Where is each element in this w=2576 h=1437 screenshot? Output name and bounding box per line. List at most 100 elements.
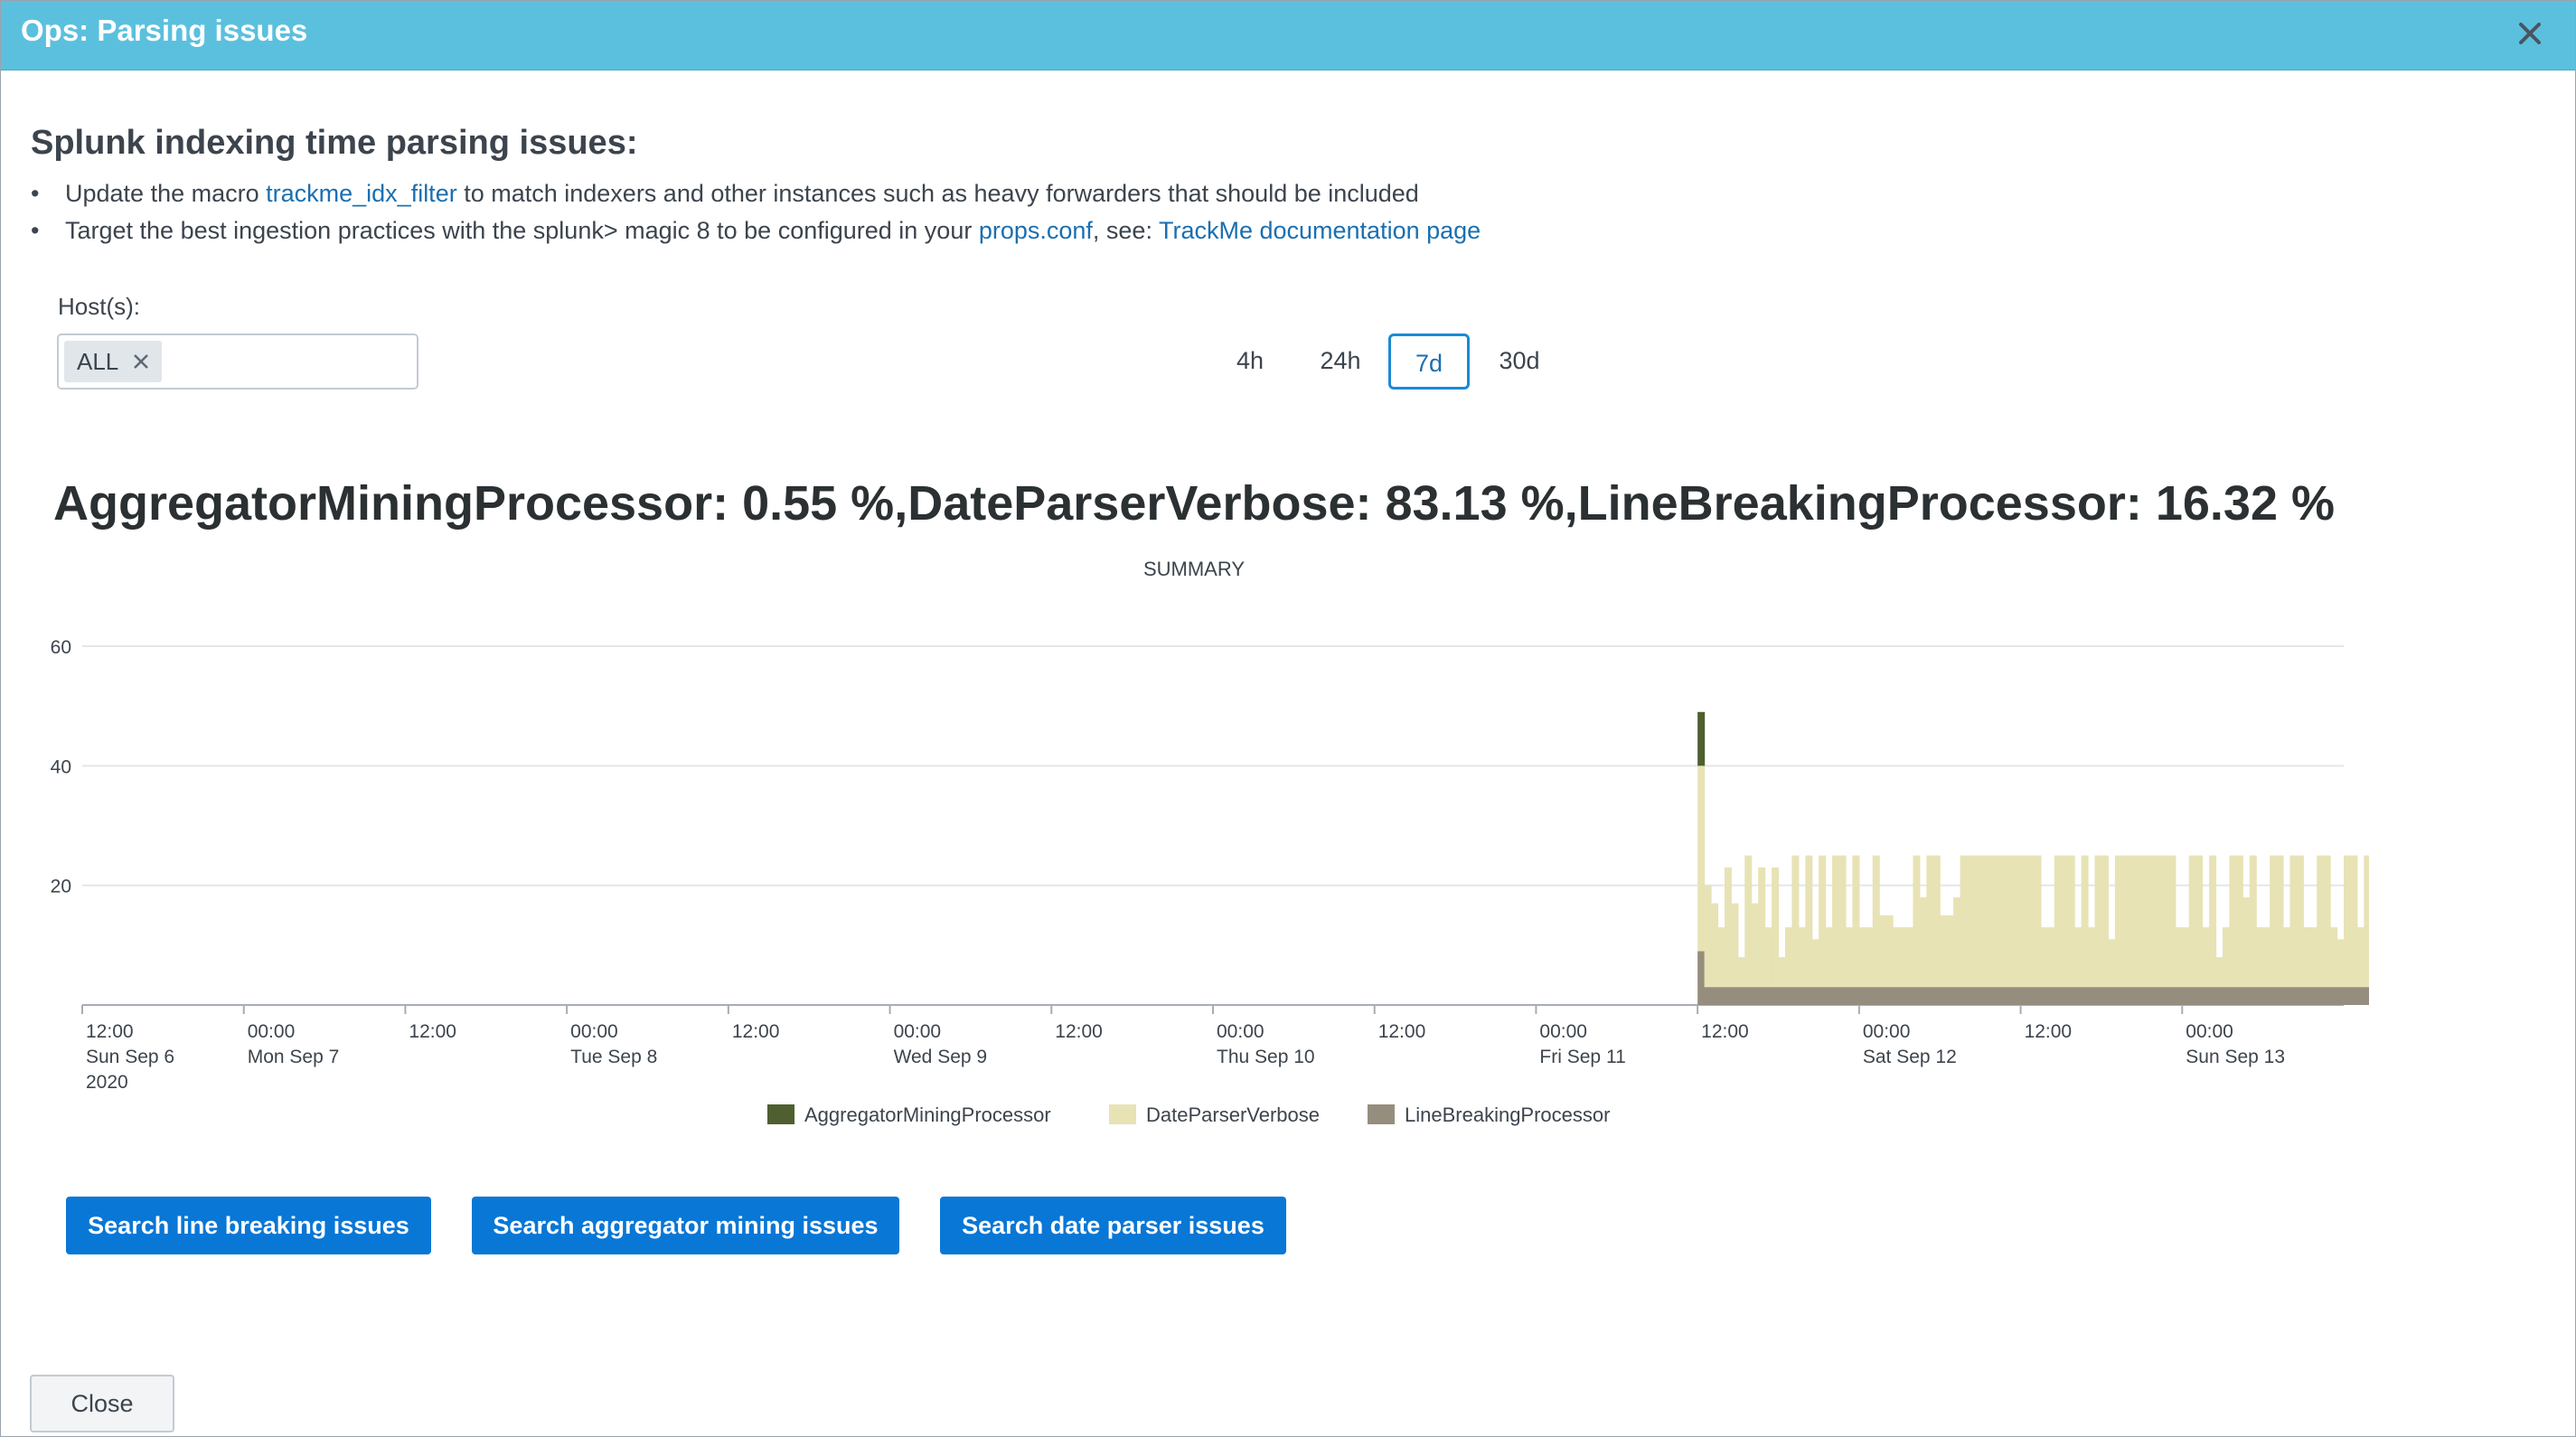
- bar-segment: [2350, 987, 2358, 1005]
- bar-segment: [2270, 855, 2278, 988]
- bar-segment: [1946, 987, 1954, 1005]
- bar-segment: [2336, 987, 2345, 1005]
- bar-segment: [1711, 903, 1719, 988]
- bar-segment: [2161, 855, 2169, 988]
- instruction-text: Target the best ingestion practices with…: [65, 217, 979, 244]
- bar-segment: [1724, 987, 1732, 1005]
- bar-segment: [2303, 987, 2311, 1005]
- y-tick-label: 60: [51, 637, 71, 658]
- bar-segment: [2182, 926, 2190, 988]
- bar-segment: [1967, 855, 1975, 988]
- bar-segment: [2128, 855, 2136, 988]
- bar-segment: [1704, 987, 1712, 1005]
- legend-swatch: [1368, 1104, 1395, 1124]
- bar-segment: [1852, 855, 1860, 988]
- bar-segment: [2364, 855, 2369, 988]
- bar-segment: [2270, 987, 2278, 1005]
- hosts-multiselect[interactable]: ALL: [57, 333, 418, 390]
- bar-segment: [1697, 765, 1706, 952]
- bar-segment: [2175, 926, 2183, 988]
- x-tick-label: Sun Sep 13: [2186, 1047, 2285, 1067]
- remove-icon[interactable]: [131, 352, 151, 371]
- bar-segment: [1704, 885, 1712, 988]
- x-tick-label: 00:00: [1217, 1021, 1264, 1042]
- search-aggregator-mining-button[interactable]: Search aggregator mining issues: [472, 1197, 899, 1254]
- bar-segment: [2229, 855, 2237, 988]
- instruction-text: Update the macro: [65, 180, 267, 207]
- bar-segment: [2309, 926, 2317, 988]
- bar-segment: [1697, 951, 1706, 1005]
- bar-segment: [2074, 987, 2082, 1005]
- bar-segment: [2101, 987, 2109, 1005]
- bar-segment: [2141, 987, 2149, 1005]
- x-tick-label: Sun Sep 6: [86, 1047, 174, 1067]
- bar-segment: [2215, 987, 2223, 1005]
- instructions-list: • Update the macro trackme_idx_filter to …: [31, 180, 1481, 254]
- bar-segment: [2202, 987, 2210, 1005]
- bar-segment: [2128, 987, 2136, 1005]
- legend-swatch: [1109, 1104, 1136, 1124]
- bar-segment: [1744, 987, 1753, 1005]
- bar-segment: [1764, 987, 1772, 1005]
- bar-segment: [1893, 987, 1901, 1005]
- bar-segment: [1744, 855, 1753, 988]
- bar-segment: [1932, 987, 1941, 1005]
- range-30d[interactable]: 30d: [1488, 333, 1551, 390]
- range-7d[interactable]: 7d: [1388, 333, 1470, 390]
- bar-segment: [2114, 855, 2122, 988]
- bar-segment: [2101, 855, 2109, 988]
- bar-segment: [2020, 987, 2028, 1005]
- bar-segment: [2108, 987, 2116, 1005]
- bar-segment: [2317, 855, 2325, 988]
- y-tick-label: 20: [51, 877, 71, 897]
- bar-segment: [1838, 987, 1847, 1005]
- bar-segment: [2168, 855, 2176, 988]
- trackme-documentation-link[interactable]: TrackMe documentation page: [1159, 217, 1481, 244]
- bar-segment: [2256, 987, 2264, 1005]
- bar-segment: [2054, 855, 2062, 988]
- range-24h[interactable]: 24h: [1310, 333, 1371, 390]
- bar-segment: [2235, 855, 2243, 988]
- close-icon[interactable]: [2512, 15, 2548, 52]
- bar-segment: [2188, 987, 2196, 1005]
- x-tick-label: 00:00: [1863, 1021, 1911, 1042]
- bar-segment: [1845, 926, 1854, 988]
- bar-segment: [1784, 926, 1792, 988]
- bar-segment: [1838, 855, 1847, 988]
- percentages-headline: AggregatorMiningProcessor: 0.55 %,DatePa…: [52, 476, 2336, 531]
- bar-segment: [1697, 711, 1706, 766]
- x-tick-label: Sat Sep 12: [1863, 1047, 1957, 1067]
- bar-segment: [2309, 987, 2317, 1005]
- bar-segment: [2014, 855, 2022, 988]
- bar-segment: [2121, 987, 2129, 1005]
- search-line-breaking-button[interactable]: Search line breaking issues: [66, 1197, 431, 1254]
- x-tick-label: Wed Sep 9: [894, 1047, 988, 1067]
- bar-segment: [1724, 867, 1732, 988]
- bar-segment: [1811, 939, 1819, 988]
- search-date-parser-button[interactable]: Search date parser issues: [940, 1197, 1286, 1254]
- bar-segment: [2289, 855, 2298, 988]
- bar-segment: [1932, 855, 1941, 988]
- props-conf-link[interactable]: props.conf: [979, 217, 1093, 244]
- bar-segment: [1832, 855, 1840, 988]
- x-tick-label: 2020: [86, 1072, 128, 1093]
- bar-segment: [2242, 897, 2251, 988]
- bar-segment: [2061, 987, 2069, 1005]
- host-chip-all: ALL: [64, 341, 162, 382]
- bar-segment: [2323, 987, 2331, 1005]
- close-button[interactable]: Close: [30, 1375, 174, 1432]
- bar-segment: [2135, 855, 2143, 988]
- bar-segment: [2222, 987, 2231, 1005]
- bar-segment: [2282, 926, 2291, 988]
- bar-segment: [2047, 926, 2055, 988]
- range-4h[interactable]: 4h: [1226, 333, 1274, 390]
- x-tick-label: 12:00: [732, 1021, 780, 1042]
- bar-segment: [1953, 897, 1961, 988]
- bar-segment: [2094, 855, 2102, 988]
- bar-segment: [1825, 987, 1833, 1005]
- bar-segment: [1731, 903, 1739, 988]
- bar-segment: [2000, 855, 2008, 988]
- trackme-idx-filter-link[interactable]: trackme_idx_filter: [266, 180, 457, 207]
- bar-segment: [2289, 987, 2298, 1005]
- bar-segment: [1772, 867, 1780, 988]
